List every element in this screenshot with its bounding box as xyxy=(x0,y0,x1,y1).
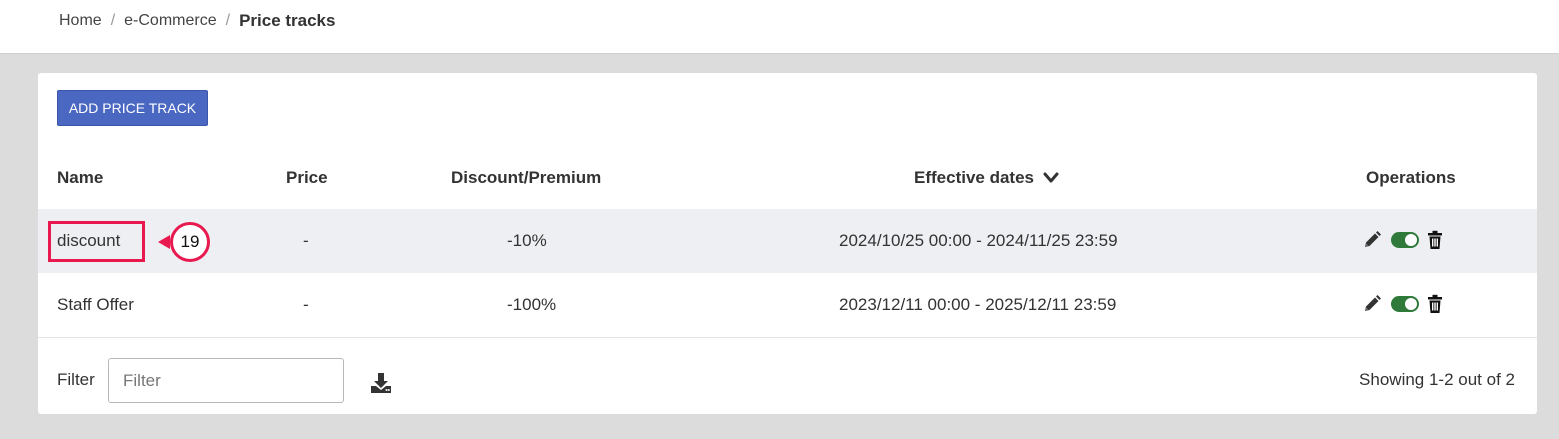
column-header-discount[interactable]: Discount/Premium xyxy=(451,168,601,188)
chevron-down-icon[interactable] xyxy=(1043,172,1059,184)
row-discount: -10% xyxy=(507,231,547,250)
row-name[interactable]: Staff Offer xyxy=(57,295,134,315)
trash-icon[interactable] xyxy=(1425,293,1445,315)
column-header-effective-dates-label: Effective dates xyxy=(914,168,1034,187)
top-bar: Home / e-Commerce / Price tracks xyxy=(0,0,1559,54)
annotation-pointer xyxy=(158,235,170,249)
breadcrumb-current: Price tracks xyxy=(239,11,336,30)
enable-toggle[interactable] xyxy=(1391,296,1419,312)
column-header-price[interactable]: Price xyxy=(286,168,328,188)
column-header-effective-dates[interactable]: Effective dates xyxy=(914,168,1059,188)
pencil-icon[interactable] xyxy=(1361,293,1383,315)
table-header: Name Price Discount/Premium Effective da… xyxy=(38,153,1537,209)
row-price: - xyxy=(303,295,309,314)
row-discount: -100% xyxy=(507,295,557,314)
breadcrumb-ecommerce[interactable]: e-Commerce xyxy=(124,12,216,30)
breadcrumb-home[interactable]: Home xyxy=(59,12,102,30)
price-tracks-card: ADD PRICE TRACK Name Price Discount/Prem… xyxy=(38,73,1537,414)
column-header-operations: Operations xyxy=(1366,168,1456,187)
annotation-marker-number: 19 xyxy=(170,222,210,262)
annotation-marker: 19 xyxy=(158,222,210,262)
row-effective-dates: 2024/10/25 00:00 - 2024/11/25 23:59 xyxy=(839,231,1118,250)
pencil-icon[interactable] xyxy=(1361,229,1383,251)
table-footer: Filter Showing 1-2 out of 2 xyxy=(38,338,1537,414)
column-header-name[interactable]: Name xyxy=(57,168,103,188)
trash-icon[interactable] xyxy=(1425,229,1445,251)
pagination-summary: Showing 1-2 out of 2 xyxy=(1359,370,1515,389)
row-operations xyxy=(1361,229,1445,251)
annotation-highlight-box xyxy=(48,221,145,262)
breadcrumb: Home / e-Commerce / Price tracks xyxy=(59,11,335,31)
add-price-track-button[interactable]: ADD PRICE TRACK xyxy=(57,90,208,126)
row-operations xyxy=(1361,293,1445,315)
table-row: Staff Offer - -100% 2023/12/11 00:00 - 2… xyxy=(38,273,1537,338)
download-icon[interactable] xyxy=(369,371,393,395)
breadcrumb-separator: / xyxy=(110,12,116,29)
enable-toggle[interactable] xyxy=(1391,232,1419,248)
row-effective-dates: 2023/12/11 00:00 - 2025/12/11 23:59 xyxy=(839,295,1117,314)
filter-input[interactable] xyxy=(108,358,344,403)
table-row: discount 19 - -10% 2024/10/25 00:00 - 20… xyxy=(38,209,1537,273)
row-price: - xyxy=(303,231,309,250)
filter-label: Filter xyxy=(57,370,95,389)
breadcrumb-separator: / xyxy=(225,12,231,29)
